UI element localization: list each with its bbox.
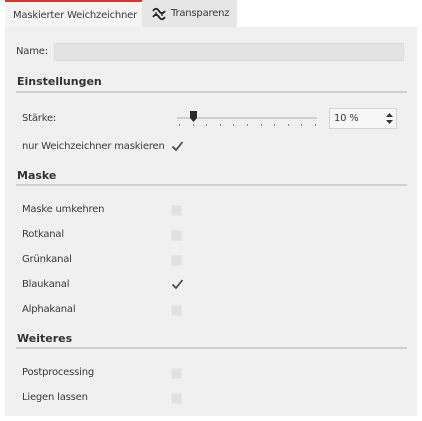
section-weiteres: Weiteres [17,332,73,345]
tab-transparenz-label: Transparenz [171,8,230,19]
transparency-curve-icon [152,7,166,20]
section-divider [16,91,407,93]
postprocessing-label: Postprocessing [22,367,95,378]
gruenkanal-checkbox[interactable] [171,255,182,266]
slider-tick [247,124,248,126]
liegen-lassen-checkbox[interactable] [171,393,182,404]
blaukanal-checkbox[interactable] [171,278,184,290]
alphakanal-label: Alphakanal [22,304,76,315]
nur-weichzeichner-label: nur Weichzeichner maskieren [22,141,165,152]
section-maske: Maske [17,169,57,182]
slider-tick [315,124,316,126]
staerke-spinbox[interactable]: 10 % [329,108,397,129]
nur-weichzeichner-checkbox[interactable] [171,140,184,152]
slider-tick [274,124,276,126]
tab-maskierter-weichzeichner[interactable]: Maskierter Weichzeichner [5,0,142,27]
slider-tick [260,124,262,126]
staerke-label: Stärke: [22,113,57,124]
spin-arrows-icon[interactable] [385,111,394,126]
slider-tick [179,124,180,126]
rotkanal-label: Rotkanal [22,229,64,240]
postprocessing-checkbox[interactable] [171,368,182,379]
slider-tick [206,124,208,126]
tab-bar: Maskierter Weichzeichner Transparenz [5,0,237,27]
blaukanal-label: Blaukanal [22,279,70,290]
rotkanal-checkbox[interactable] [171,230,182,241]
slider-tick [301,124,303,126]
settings-panel: Name: Einstellungen Stärke: 10 % nur Wei… [5,27,417,416]
name-input[interactable] [54,43,404,61]
section-divider [16,184,407,186]
liegen-lassen-label: Liegen lassen [22,392,88,403]
staerke-slider-thumb[interactable] [190,111,197,122]
tab-transparenz[interactable]: Transparenz [142,0,237,27]
slider-tick [192,124,194,126]
section-einstellungen: Einstellungen [17,75,102,88]
section-divider [16,347,407,349]
staerke-value: 10 % [334,113,359,124]
gruenkanal-label: Grünkanal [22,254,72,265]
slider-tick [219,124,221,126]
maske-umkehren-label: Maske umkehren [22,204,105,215]
alphakanal-checkbox[interactable] [171,305,182,316]
maske-umkehren-checkbox[interactable] [171,205,182,216]
staerke-slider-track[interactable] [177,117,317,119]
slider-tick [287,124,289,126]
name-label: Name: [16,46,48,57]
slider-tick [233,124,235,126]
